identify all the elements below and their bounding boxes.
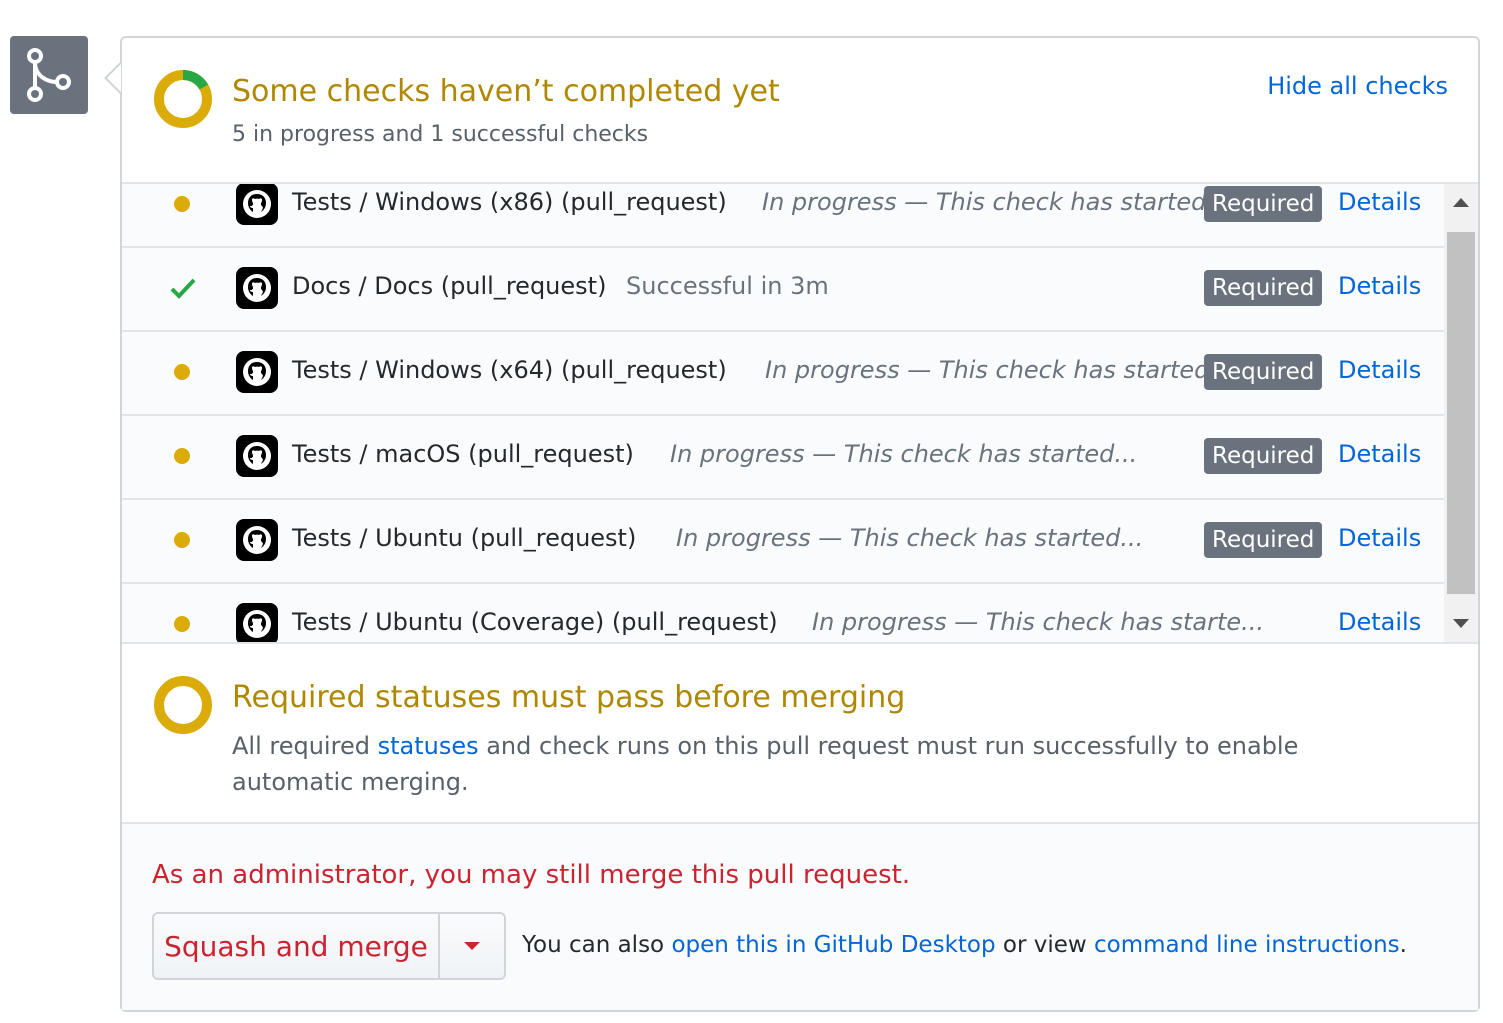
github-mark-icon: [236, 603, 278, 642]
required-statuses-title: Required statuses must pass before mergi…: [232, 680, 906, 715]
check-description: In progress — This check has started...: [762, 188, 1230, 216]
pending-dot-icon: [174, 196, 190, 212]
check-name: Tests / macOS (pull_request): [292, 440, 634, 468]
github-mark-icon: [236, 519, 278, 561]
alternative-merge-text: You can also open this in GitHub Desktop…: [522, 932, 1407, 958]
required-statuses-text: All required statuses and check runs on …: [232, 728, 1392, 800]
required-badge: Required: [1204, 186, 1323, 222]
check-details-link[interactable]: Details: [1338, 440, 1421, 468]
github-mark-icon: [236, 351, 278, 393]
check-row: Tests / Ubuntu (Coverage) (pull_request)…: [122, 584, 1444, 642]
required-badge: Required: [1204, 522, 1323, 558]
check-name: Tests / Ubuntu (Coverage) (pull_request): [292, 608, 778, 636]
check-description: In progress — This check has started...: [676, 524, 1144, 552]
open-in-desktop-link[interactable]: open this in GitHub Desktop: [671, 932, 995, 958]
check-row: Docs / Docs (pull_request) Successful in …: [122, 248, 1444, 332]
checks-summary-header: Some checks haven’t completed yet 5 in p…: [122, 38, 1478, 182]
check-name: Tests / Windows (x86) (pull_request): [292, 188, 727, 216]
scroll-up-arrow-icon[interactable]: [1453, 198, 1469, 207]
squash-and-merge-button[interactable]: Squash and merge: [154, 914, 440, 978]
required-badge: Required: [1204, 354, 1323, 390]
check-description: Successful in 3m: [626, 272, 829, 300]
checkmark-icon: [170, 278, 196, 299]
check-name: Tests / Windows (x64) (pull_request): [292, 356, 727, 384]
panel-pointer-inner: [107, 64, 121, 92]
checks-list[interactable]: Tests / Windows (x86) (pull_request) In p…: [122, 182, 1478, 644]
check-row: Tests / macOS (pull_request) In progress …: [122, 416, 1444, 500]
also-prefix: You can also: [522, 932, 672, 958]
check-details-link[interactable]: Details: [1338, 272, 1421, 300]
git-merge-icon: [10, 36, 88, 114]
pending-dot-icon: [174, 364, 190, 380]
pending-dot-icon: [174, 448, 190, 464]
check-description: In progress — This check has starte...: [812, 608, 1265, 636]
required-text-prefix: All required: [232, 732, 378, 760]
check-details-link[interactable]: Details: [1338, 356, 1421, 384]
caret-down-icon: [464, 942, 480, 950]
check-row: Tests / Ubuntu (pull_request) In progress…: [122, 500, 1444, 584]
check-row: Tests / Windows (x86) (pull_request) In p…: [122, 184, 1444, 248]
progress-ring-success-arc: [182, 70, 209, 90]
command-line-instructions-link[interactable]: command line instructions: [1094, 932, 1400, 958]
check-name: Docs / Docs (pull_request): [292, 272, 607, 300]
required-badge: Required: [1204, 438, 1323, 474]
check-details-link[interactable]: Details: [1338, 188, 1421, 216]
github-mark-icon: [236, 267, 278, 309]
checks-summary-title: Some checks haven’t completed yet: [232, 74, 780, 109]
admin-notice: As an administrator, you may still merge…: [152, 860, 911, 890]
scroll-down-arrow-icon[interactable]: [1453, 619, 1469, 628]
pending-dot-icon: [174, 616, 190, 632]
check-details-link[interactable]: Details: [1338, 524, 1421, 552]
scroll-thumb[interactable]: [1447, 232, 1475, 594]
also-middle: or view: [995, 932, 1095, 958]
also-suffix: .: [1399, 932, 1407, 958]
check-details-link[interactable]: Details: [1338, 608, 1421, 636]
check-description: In progress — This check has started...: [670, 440, 1138, 468]
merge-method-dropdown-button[interactable]: [440, 914, 504, 978]
check-description: In progress — This check has started...: [765, 356, 1233, 384]
checks-summary-subtitle: 5 in progress and 1 successful checks: [232, 122, 649, 147]
statuses-link[interactable]: statuses: [378, 732, 479, 760]
merge-status-panel: Some checks haven’t completed yet 5 in p…: [120, 36, 1480, 1012]
required-badge: Required: [1204, 270, 1323, 306]
github-mark-icon: [236, 435, 278, 477]
github-mark-icon: [236, 184, 278, 225]
merge-button-group: Squash and merge: [152, 912, 506, 980]
progress-ring-icon: [154, 70, 212, 128]
admin-merge-section: As an administrator, you may still merge…: [122, 824, 1478, 1010]
pending-dot-icon: [174, 532, 190, 548]
hide-all-checks-link[interactable]: Hide all checks: [1267, 72, 1448, 100]
check-row: Tests / Windows (x64) (pull_request) In p…: [122, 332, 1444, 416]
check-name: Tests / Ubuntu (pull_request): [292, 524, 637, 552]
required-statuses-section: Required statuses must pass before mergi…: [122, 644, 1478, 824]
pending-ring-icon: [154, 676, 212, 734]
checks-scrollbar[interactable]: [1444, 184, 1478, 642]
